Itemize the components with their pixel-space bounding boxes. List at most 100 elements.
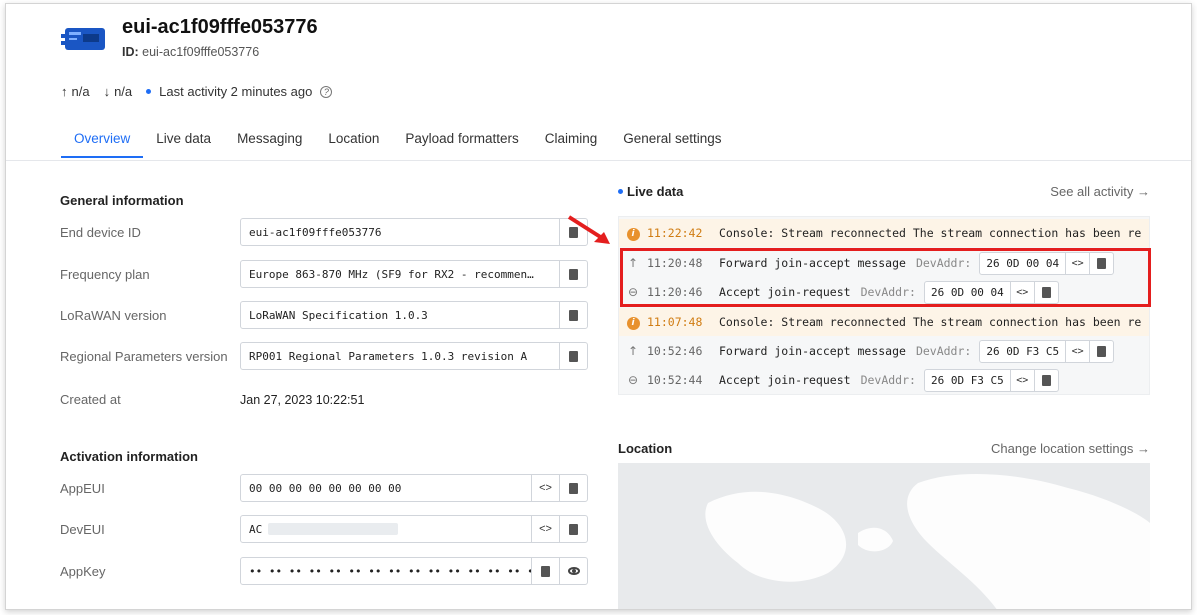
copy-button[interactable] (1033, 369, 1058, 391)
copy-icon (566, 347, 578, 362)
live-data-title: Live data (627, 184, 684, 199)
copy-icon (1094, 342, 1107, 357)
code-icon: <> (539, 523, 552, 535)
copy-icon (566, 520, 578, 535)
deveui-field: AC <> (240, 515, 588, 543)
warning-icon: i (619, 225, 647, 241)
copy-icon (538, 562, 550, 577)
copy-icon (566, 306, 578, 321)
frequency-plan-field: Europe 863-870 MHz (SF9 for RX2 - recomm… (240, 260, 588, 288)
lorawan-version-label: LoRaWAN version (60, 307, 167, 323)
event-message: Console: Stream reconnected The stream c… (719, 226, 1142, 240)
location-title: Location (618, 441, 673, 456)
copy-button[interactable] (559, 261, 587, 287)
uplink-stat: ↑ n/a (61, 84, 90, 99)
end-device-id-value[interactable]: eui-ac1f09fffe053776 (241, 219, 559, 245)
copy-icon (566, 479, 578, 494)
location-header: Location Change location settings → (618, 441, 1150, 456)
copy-button[interactable] (559, 302, 587, 328)
event-time: 11:07:48 (647, 315, 703, 329)
code-icon[interactable]: <> (1065, 340, 1089, 362)
event-message: Console: Stream reconnected The stream c… (719, 315, 1142, 329)
event-row[interactable]: i 11:07:48 Console: Stream reconnected T… (619, 308, 1149, 336)
copy-button[interactable] (1089, 340, 1113, 362)
tab-bar: Overview Live data Messaging Location Pa… (61, 129, 735, 158)
end-device-id-row: End device ID eui-ac1f09fffe053776 (60, 218, 588, 246)
tab-messaging[interactable]: Messaging (224, 129, 315, 158)
tab-live-data[interactable]: Live data (143, 129, 224, 158)
appkey-row: AppKey •• •• •• •• •• •• •• •• •• •• •• … (60, 557, 588, 585)
tab-payload-formatters[interactable]: Payload formatters (392, 129, 531, 158)
regional-params-label: Regional Parameters version (60, 348, 228, 364)
device-stats: ↑ n/a ↓ n/a Last activity 2 minutes ago? (61, 84, 333, 99)
copy-button[interactable] (531, 558, 559, 584)
copy-button[interactable] (559, 516, 587, 542)
device-id-label: ID: (122, 45, 139, 59)
copy-icon (566, 265, 578, 280)
general-information-title: General information (60, 193, 184, 208)
activation-information-title: Activation information (60, 449, 198, 464)
arrow-down-icon: ↓ (103, 84, 111, 99)
tab-overview[interactable]: Overview (61, 129, 144, 158)
toggle-format-button[interactable]: <> (531, 516, 559, 542)
lorawan-version-value[interactable]: LoRaWAN Specification 1.0.3 (241, 302, 559, 328)
devaddr-label: DevAddr: (860, 373, 916, 387)
appkey-label: AppKey (60, 563, 106, 579)
copy-button[interactable] (559, 475, 587, 501)
lorawan-version-field: LoRaWAN Specification 1.0.3 (240, 301, 588, 329)
event-row[interactable]: ⊖ 10:52:44 Accept join-request DevAddr: … (619, 366, 1149, 394)
toggle-format-button[interactable]: <> (531, 475, 559, 501)
appkey-value[interactable]: •• •• •• •• •• •• •• •• •• •• •• •• •• •… (241, 558, 531, 584)
deveui-value[interactable]: AC (241, 516, 531, 542)
appeui-value[interactable]: 00 00 00 00 00 00 00 00 (241, 475, 531, 501)
live-data-panel: Live data See all activity → i 11:22:42 … (618, 184, 1150, 395)
event-time: 10:52:46 (647, 344, 703, 358)
status-dot-icon (146, 89, 152, 94)
location-map[interactable] (618, 463, 1150, 609)
arrow-up-icon: ↑ (61, 84, 68, 99)
last-activity-text: Last activity 2 minutes ago (159, 84, 313, 99)
created-at-row: Created at Jan 27, 2023 10:22:51 (60, 392, 364, 407)
map-landmass (705, 473, 1150, 609)
highlight-box (620, 248, 1151, 307)
see-all-activity-link[interactable]: See all activity → (1050, 184, 1150, 199)
live-data-header: Live data See all activity → (618, 184, 1150, 199)
show-key-button[interactable] (559, 558, 587, 584)
created-at-label: Created at (60, 392, 121, 407)
device-icon (61, 28, 105, 50)
last-activity: Last activity 2 minutes ago? (146, 84, 333, 99)
appeui-field: 00 00 00 00 00 00 00 00 <> (240, 474, 588, 502)
event-message: Accept join-request (719, 373, 851, 387)
event-time: 10:52:44 (647, 373, 703, 387)
link-icon: ⊖ (627, 373, 639, 387)
tab-general-settings[interactable]: General settings (610, 129, 734, 158)
change-location-link[interactable]: Change location settings → (991, 441, 1150, 456)
event-time: 11:22:42 (647, 226, 703, 240)
code-icon: <> (539, 482, 552, 494)
regional-params-value[interactable]: RP001 Regional Parameters 1.0.3 revision… (241, 343, 559, 369)
appeui-label: AppEUI (60, 480, 105, 496)
copy-button[interactable] (559, 343, 587, 369)
arrow-up-icon: ↑ (627, 344, 639, 358)
devaddr-value[interactable]: 26 0D F3 C5 (925, 370, 1010, 391)
code-icon[interactable]: <> (1009, 369, 1034, 391)
annotation-arrow-icon (567, 215, 610, 244)
devaddr-value[interactable]: 26 0D F3 C5 (980, 341, 1065, 362)
device-header: eui-ac1f09fffe053776 ID: eui-ac1f09fffe0… (6, 4, 1191, 161)
help-icon[interactable]: ? (320, 85, 333, 98)
copy-icon (1038, 371, 1051, 386)
deveui-row: DevEUI AC <> (60, 515, 588, 543)
frequency-plan-row: Frequency plan Europe 863-870 MHz (SF9 f… (60, 260, 588, 288)
deveui-label: DevEUI (60, 521, 105, 537)
eye-icon (567, 567, 580, 575)
downlink-stat: ↓ n/a (104, 84, 133, 99)
devaddr-chip: 26 0D F3 C5 <> (979, 339, 1115, 363)
tab-location[interactable]: Location (315, 129, 392, 158)
live-data-title-wrap: Live data (618, 184, 683, 199)
tab-claiming[interactable]: Claiming (532, 129, 611, 158)
frequency-plan-value[interactable]: Europe 863-870 MHz (SF9 for RX2 - recomm… (241, 261, 559, 287)
lorawan-version-row: LoRaWAN version LoRaWAN Specification 1.… (60, 301, 588, 329)
event-row[interactable]: ↑ 10:52:46 Forward join-accept message D… (619, 337, 1149, 365)
event-row[interactable]: i 11:22:42 Console: Stream reconnected T… (619, 219, 1149, 247)
devaddr-label: DevAddr: (915, 344, 972, 358)
